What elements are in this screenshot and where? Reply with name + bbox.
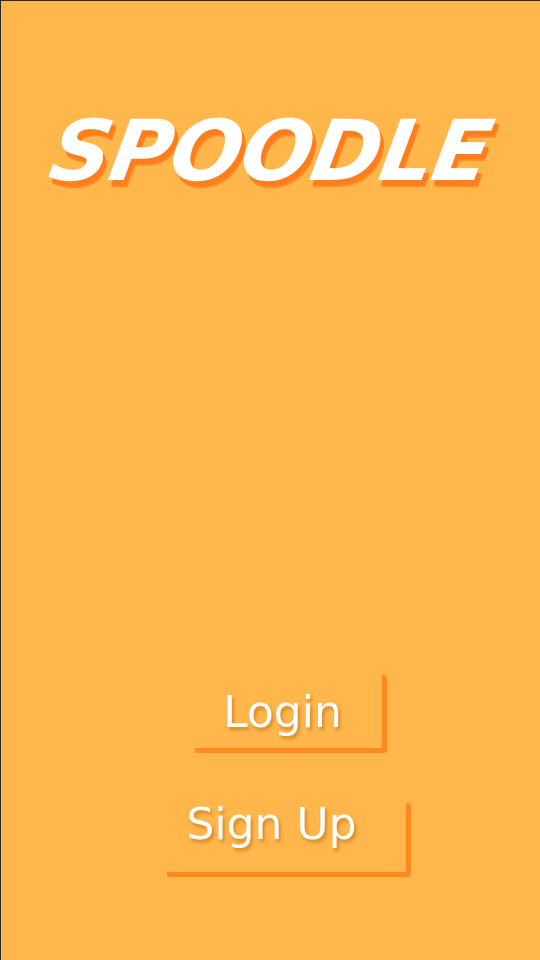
signup-button-label: Sign Up [186, 799, 357, 850]
app-logo: SPOODLE [43, 102, 499, 200]
welcome-screen: SPOODLE Login Sign Up [0, 0, 540, 960]
login-button[interactable]: Login [195, 675, 387, 753]
signup-button[interactable]: Sign Up [167, 803, 411, 877]
login-button-label: Login [223, 687, 342, 738]
